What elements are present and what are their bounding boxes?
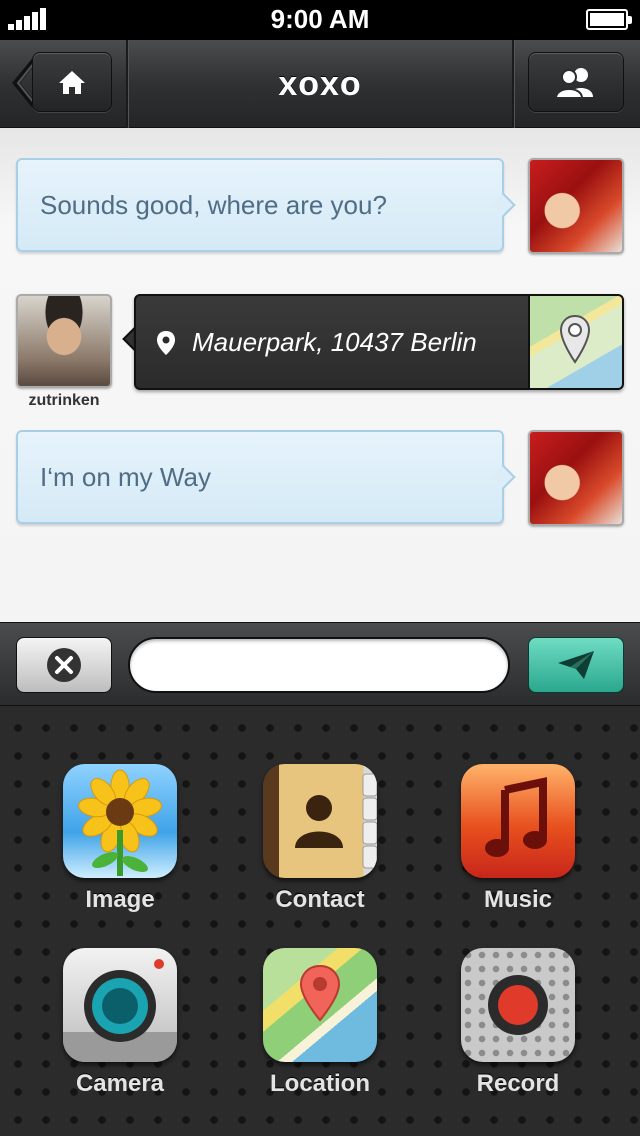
clear-button[interactable]	[16, 637, 112, 693]
attach-record-button[interactable]: Record	[438, 948, 598, 1098]
message-bubble-outgoing[interactable]: Sounds good, where are you?	[16, 158, 504, 252]
navigation-bar: xoxo	[0, 40, 640, 128]
attach-camera-button[interactable]: Camera	[40, 948, 200, 1098]
address-book-icon	[263, 764, 377, 878]
attach-contact-label: Contact	[275, 886, 365, 913]
attach-location-button[interactable]: Location	[240, 948, 400, 1098]
attach-record-label: Record	[476, 1070, 560, 1097]
attach-music-label: Music	[483, 886, 552, 913]
sender-username: zutrinken	[28, 392, 100, 409]
camera-icon	[63, 948, 177, 1062]
attach-image-label: Image	[85, 886, 155, 913]
nav-divider	[512, 40, 514, 128]
home-button[interactable]	[32, 52, 112, 112]
attach-contact-button[interactable]: Contact	[240, 764, 400, 914]
location-address: Mauerpark, 10437 Berlin	[192, 327, 477, 357]
message-input-bar	[0, 622, 640, 706]
attach-image-button[interactable]: Image	[40, 764, 200, 914]
battery-icon	[586, 9, 632, 30]
message-text: I‘m on my Way	[40, 461, 211, 492]
nav-divider	[126, 40, 128, 128]
contacts-icon	[554, 68, 593, 99]
music-note-icon	[461, 764, 575, 878]
message-bubble-outgoing[interactable]: I‘m on my Way	[16, 430, 504, 524]
send-button[interactable]	[528, 637, 624, 693]
my-avatar[interactable]	[528, 430, 624, 526]
contacts-button[interactable]	[528, 52, 624, 112]
attach-location-label: Location	[270, 1070, 370, 1097]
home-icon	[59, 71, 85, 94]
attach-camera-label: Camera	[75, 1070, 165, 1097]
contact-avatar[interactable]	[16, 294, 112, 388]
message-text: Sounds good, where are you?	[40, 189, 387, 220]
sunflower-icon	[63, 764, 177, 878]
map-pin-icon	[559, 314, 591, 364]
chat-message-list[interactable]: Sounds good, where are you? zutrinken Ma…	[0, 128, 640, 622]
map-pin-icon	[263, 948, 377, 1062]
conversation-title: xoxo	[278, 65, 362, 103]
location-message-bubble[interactable]: Mauerpark, 10437 Berlin	[134, 294, 624, 390]
message-input[interactable]	[128, 637, 510, 693]
status-bar: 9:00 AM	[0, 0, 640, 40]
close-icon	[47, 648, 81, 682]
attachment-panel: Image Contact Music Camera Location Reco…	[0, 706, 640, 1136]
attach-music-button[interactable]: Music	[438, 764, 598, 914]
status-time: 9:00 AM	[270, 4, 370, 34]
record-icon	[461, 948, 575, 1062]
my-avatar[interactable]	[528, 158, 624, 254]
location-pin-icon	[157, 331, 175, 355]
map-thumbnail[interactable]	[528, 296, 622, 388]
paper-plane-icon	[558, 651, 594, 679]
